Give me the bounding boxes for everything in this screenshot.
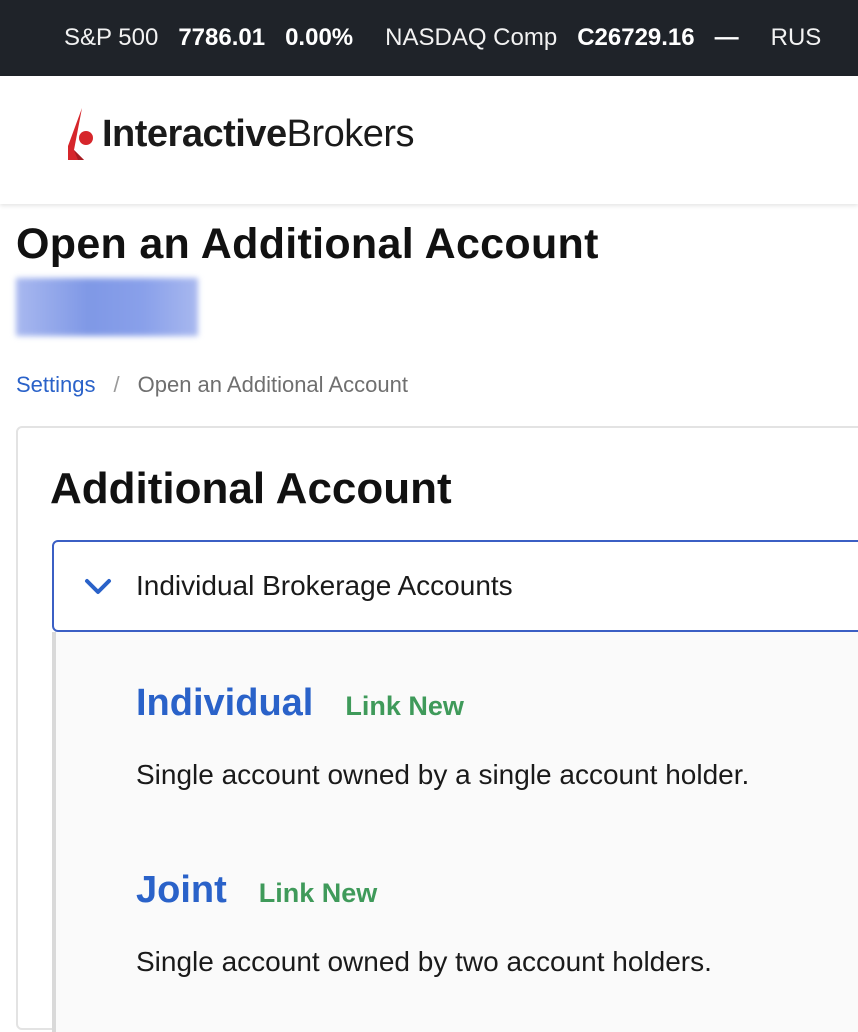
brand-logo[interactable]: InteractiveBrokers [64,104,415,164]
ticker-name: RUS [770,24,822,51]
breadcrumb: Settings / Open an Additional Account [16,372,408,398]
breadcrumb-current: Open an Additional Account [137,372,408,397]
breadcrumb-separator: / [113,372,120,397]
account-description: Single account owned by two account hold… [136,946,712,977]
redacted-account-id [16,278,198,336]
ticker-name: NASDAQ Comp [385,24,558,51]
account-description: Single account owned by a single account… [136,759,750,790]
market-ticker: S&P 500 7786.01 0.00% NASDAQ Comp C26729… [0,0,858,76]
brand-wordmark: InteractiveBrokers [102,112,415,156]
account-option-individual: Individual Link New Single account owned… [136,682,749,791]
ticker-value: 7786.01 [178,24,266,51]
accordion-content: Individual Link New Single account owned… [52,632,858,1032]
additional-account-card: Additional Account Individual Brokerage … [16,426,858,1032]
page-title: Open an Additional Account [16,220,599,268]
account-type-individual-link[interactable]: Individual [136,682,313,725]
ticker-name: S&P 500 [64,24,159,51]
link-new-button[interactable]: Link New [259,878,378,909]
ticker-value: C26729.16 [577,24,695,51]
account-option-joint: Joint Link New Single account owned by t… [136,869,712,978]
brand-name-regular: Brokers [286,112,415,155]
card-title: Additional Account [50,464,452,513]
ticker-change: 0.00% [285,24,354,51]
account-type-joint-link[interactable]: Joint [136,869,227,912]
accordion-label: Individual Brokerage Accounts [136,570,513,601]
accordion-individual-brokerage[interactable]: Individual Brokerage Accounts [52,540,858,632]
breadcrumb-settings-link[interactable]: Settings [16,372,96,398]
ticker-change: — [714,24,739,51]
brand-name-bold: Interactive [102,112,287,155]
site-header: InteractiveBrokers [0,76,858,204]
brand-flame-icon [68,108,93,160]
chevron-down-icon [85,579,111,594]
link-new-button[interactable]: Link New [345,691,464,722]
ticker-strip: S&P 500 7786.01 0.00% NASDAQ Comp C26729… [64,0,841,76]
